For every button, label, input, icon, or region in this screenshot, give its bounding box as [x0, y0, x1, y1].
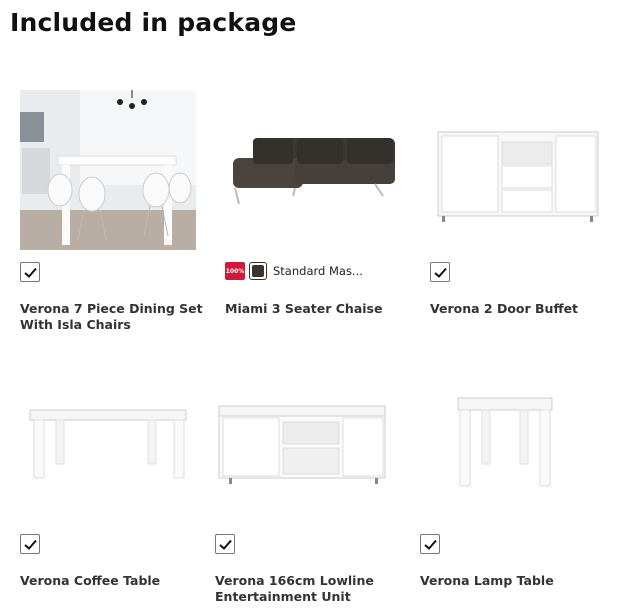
include-checkbox[interactable]	[420, 534, 440, 554]
include-checkbox[interactable]	[20, 262, 40, 282]
guarantee-badge-icon: 100%	[225, 262, 245, 280]
checkmark-icon	[433, 267, 447, 278]
include-checkbox[interactable]	[215, 534, 235, 554]
product-name[interactable]: Verona 7 Piece Dining Set With Isla Chai…	[20, 301, 205, 333]
include-checkbox[interactable]	[430, 262, 450, 282]
product-image-sofa[interactable]	[225, 130, 399, 210]
include-checkbox[interactable]	[20, 534, 40, 554]
color-selector[interactable]: 100% Standard Mas...	[225, 262, 363, 280]
checkmark-icon	[23, 267, 37, 278]
product-name[interactable]: Miami 3 Seater Chaise	[225, 301, 410, 317]
color-swatch[interactable]	[249, 262, 267, 280]
product-name[interactable]: Verona Coffee Table	[20, 573, 205, 589]
product-image-lamp-table[interactable]	[420, 396, 560, 492]
product-name[interactable]: Verona 166cm Lowline Entertainment Unit	[215, 573, 400, 605]
badge-text: 100%	[226, 268, 245, 275]
checkmark-icon	[423, 539, 437, 550]
product-name[interactable]: Verona Lamp Table	[420, 573, 605, 589]
product-name[interactable]: Verona 2 Door Buffet	[430, 301, 615, 317]
product-image-dining-set[interactable]	[20, 90, 196, 250]
checkmark-icon	[23, 539, 37, 550]
color-name: Standard Mas...	[273, 264, 363, 278]
checkmark-icon	[218, 539, 232, 550]
product-image-coffee-table[interactable]	[20, 408, 188, 480]
product-image-entertainment-unit[interactable]	[215, 404, 387, 488]
product-image-buffet[interactable]	[430, 130, 602, 226]
section-title: Included in package	[10, 8, 297, 37]
